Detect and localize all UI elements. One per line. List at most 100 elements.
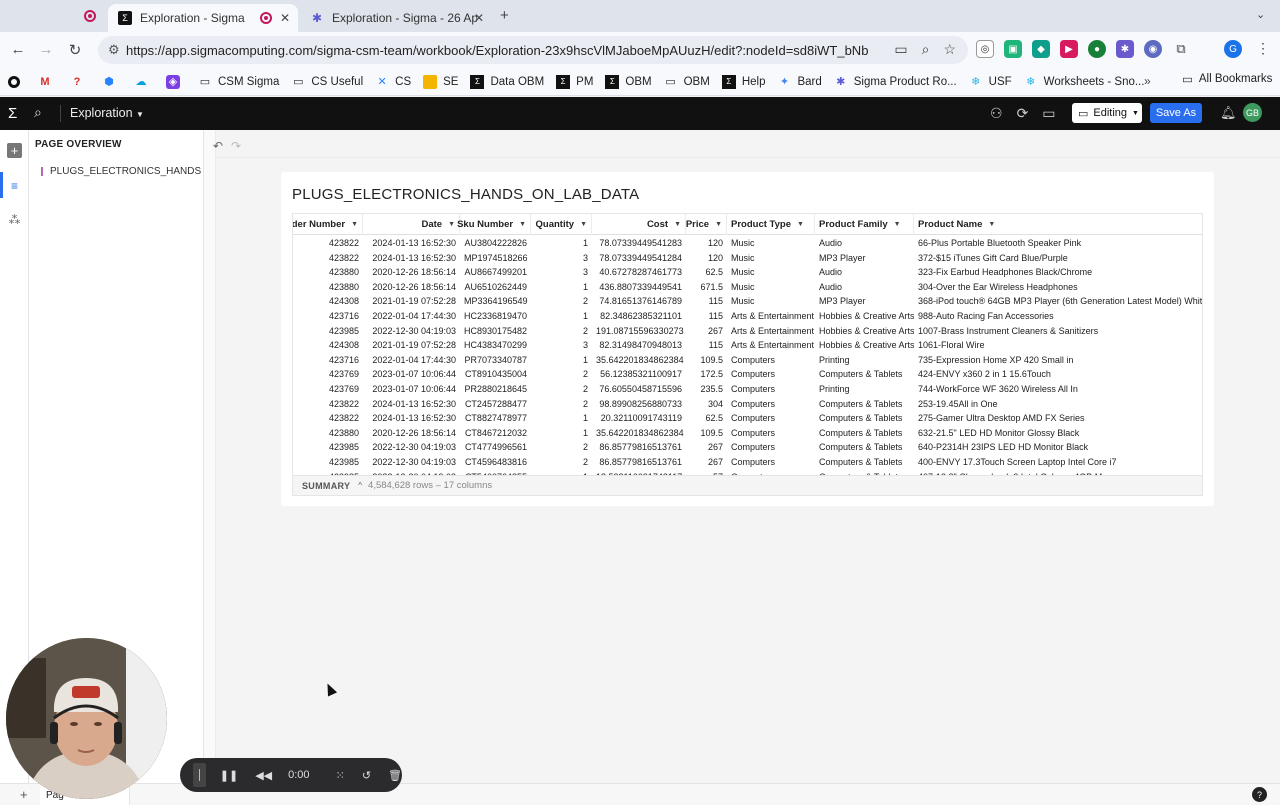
table-cell[interactable]: 109.5 <box>686 353 727 368</box>
extension-icon[interactable]: ◆ <box>1032 40 1050 58</box>
table-cell[interactable]: 62.5 <box>686 411 727 426</box>
column-header[interactable]: Product Name ▼ <box>914 214 1202 235</box>
table-cell[interactable]: 191.08715596330273 <box>592 324 686 339</box>
table-cell[interactable]: Computers & Tablets <box>815 411 914 426</box>
bookmark-sigma-product[interactable]: ✱ Sigma Product Ro... <box>834 75 957 89</box>
profile-avatar[interactable]: G <box>1224 40 1242 58</box>
table-cell[interactable]: 436.8807339449541 <box>592 280 686 295</box>
table-cell[interactable]: 267 <box>686 455 727 470</box>
table-cell[interactable]: 2022-12-30 04:19:03 <box>363 455 460 470</box>
table-cell[interactable]: 2023-01-07 10:06:44 <box>363 382 460 397</box>
table-cell[interactable]: Music <box>727 294 815 309</box>
new-tab-icon[interactable]: + <box>500 7 509 24</box>
column-header[interactable]: Cost ▼ <box>592 214 686 235</box>
table-cell[interactable]: Computers <box>727 397 815 412</box>
save-as-button[interactable]: Save As <box>1150 103 1202 123</box>
caret-up-icon[interactable]: ^ <box>358 481 362 490</box>
redo-icon[interactable]: ↷ <box>231 139 241 153</box>
column-header[interactable]: Product Type ▼ <box>727 214 815 235</box>
table-cell[interactable]: Hobbies & Creative Arts <box>815 324 914 339</box>
snowflake-extension-icon[interactable]: ✱ <box>1116 40 1134 58</box>
table-cell[interactable]: 424308 <box>293 294 363 309</box>
restart-icon[interactable]: ↺ <box>362 769 371 782</box>
panel-resize-handle[interactable] <box>204 130 216 790</box>
table-cell[interactable]: 368-iPod touch® 64GB MP3 Player (6th Gen… <box>914 294 1202 309</box>
table-cell[interactable]: Computers <box>727 411 815 426</box>
table-cell[interactable]: CT8467212032 <box>460 426 531 441</box>
table-cell[interactable]: 2022-01-04 17:44:30 <box>363 309 460 324</box>
caret-down-icon[interactable]: ▼ <box>519 221 526 228</box>
page-overview-item-table[interactable]: PLUGS_ELECTRONICS_HANDS... <box>41 166 201 177</box>
bookmark-obm[interactable]: Σ OBM <box>605 74 652 89</box>
table-cell[interactable]: 632-21.5" LED HD Monitor Glossy Black <box>914 426 1202 441</box>
table-cell[interactable]: 1 <box>531 411 592 426</box>
table-cell[interactable]: 35.642201834862384 <box>592 353 686 368</box>
table-cell[interactable]: MP3 Player <box>815 251 914 266</box>
delete-icon[interactable]: 🗑︎ <box>388 769 402 782</box>
table-cell[interactable]: 423822 <box>293 251 363 266</box>
table-cell[interactable]: Computers & Tablets <box>815 397 914 412</box>
user-avatar[interactable]: GB <box>1243 103 1262 122</box>
pause-icon[interactable]: ❚❚ <box>220 769 238 782</box>
table-cell[interactable]: 2021-01-19 07:52:28 <box>363 294 460 309</box>
extension-icon[interactable]: ◎ <box>976 40 994 58</box>
table-cell[interactable]: Computers & Tablets <box>815 426 914 441</box>
table-cell[interactable]: 423822 <box>293 397 363 412</box>
comment-icon[interactable]: ▭ <box>1042 105 1055 122</box>
more-bookmarks-icon[interactable]: » <box>1144 74 1151 88</box>
table-cell[interactable]: PR7073340787 <box>460 353 531 368</box>
table-cell[interactable]: 115 <box>686 309 727 324</box>
reload-icon[interactable]: ↻ <box>61 41 89 59</box>
bookmark-pm[interactable]: Σ PM <box>556 74 593 89</box>
editing-mode-button[interactable]: ▭ Editing ▼ <box>1072 103 1142 123</box>
browser-tab-active[interactable]: Σ Exploration - Sigma ✕ <box>108 4 298 32</box>
add-page-icon[interactable]: + <box>20 787 28 802</box>
table-cell[interactable]: 424-ENVY x360 2 in 1 15.6Touch <box>914 367 1202 382</box>
column-header[interactable]: Quantity ▼ <box>531 214 592 235</box>
table-cell[interactable]: 423822 <box>293 411 363 426</box>
table-row[interactable]: 423769 2023-01-07 10:06:44 PR2880218645 2 76… <box>293 382 1202 397</box>
table-cell[interactable]: 1 <box>531 353 592 368</box>
bookmark-help[interactable]: Σ Help <box>721 74 765 89</box>
notification-bell-icon[interactable]: 🔔︎ <box>1220 105 1237 121</box>
table-cell[interactable]: 82.34862385321101 <box>592 309 686 324</box>
table-row[interactable]: 423769 2023-01-07 10:06:44 CT8910435004 2 56… <box>293 367 1202 382</box>
table-cell[interactable]: 1007-Brass Instrument Cleaners & Sanitiz… <box>914 324 1202 339</box>
bookmark[interactable]: ◈ <box>166 74 186 89</box>
table-cell[interactable]: 235.5 <box>686 382 727 397</box>
table-cell[interactable]: 86.85779816513761 <box>592 455 686 470</box>
table-cell[interactable]: Music <box>727 265 815 280</box>
undo-icon[interactable]: ↶ <box>213 139 223 153</box>
puzzle-icon[interactable]: ⧉ <box>1172 40 1190 58</box>
table-cell[interactable]: Computers & Tablets <box>815 440 914 455</box>
table-cell[interactable]: 423880 <box>293 280 363 295</box>
table-cell[interactable]: 423822 <box>293 236 363 251</box>
table-cell[interactable]: Computers & Tablets <box>815 367 914 382</box>
table-cell[interactable]: 988-Auto Racing Fan Accessories <box>914 309 1202 324</box>
table-cell[interactable]: Music <box>727 236 815 251</box>
table-cell[interactable]: 2 <box>531 367 592 382</box>
table-cell[interactable]: Computers <box>727 367 815 382</box>
search-icon[interactable]: ⌕ <box>34 104 42 121</box>
table-row[interactable]: 423985 2022-12-30 04:19:03 HC8930175482 2 19… <box>293 324 1202 339</box>
table-cell[interactable]: Arts & Entertainment <box>727 338 815 353</box>
forward-icon[interactable]: → <box>32 41 60 58</box>
table-cell[interactable]: CT8827478977 <box>460 411 531 426</box>
bookmark-bard[interactable]: ✦ Bard <box>777 75 822 89</box>
table-row[interactable]: 424308 2021-01-19 07:52:28 MP3364196549 2 74… <box>293 294 1202 309</box>
caret-down-icon[interactable]: ▼ <box>448 221 455 228</box>
table-cell[interactable]: Arts & Entertainment <box>727 309 815 324</box>
table-cell[interactable]: PR2880218645 <box>460 382 531 397</box>
extension-icon[interactable]: ● <box>1088 40 1106 58</box>
element-panel-icon[interactable]: ⁂ <box>7 212 22 227</box>
bookmark-se[interactable]: SE <box>423 74 458 89</box>
extension-icon[interactable]: ▣ <box>1004 40 1022 58</box>
table-cell[interactable]: 304 <box>686 397 727 412</box>
table-row[interactable]: 423822 2024-01-13 16:52:30 AU3804222826 1 78… <box>293 236 1202 251</box>
table-cell[interactable]: 120 <box>686 251 727 266</box>
table-cell[interactable]: 86.85779816513761 <box>592 440 686 455</box>
table-cell[interactable]: Audio <box>815 280 914 295</box>
table-cell[interactable]: 120 <box>686 236 727 251</box>
workbook-name-menu[interactable]: Exploration ▼ <box>70 106 144 120</box>
table-cell[interactable]: Printing <box>815 382 914 397</box>
